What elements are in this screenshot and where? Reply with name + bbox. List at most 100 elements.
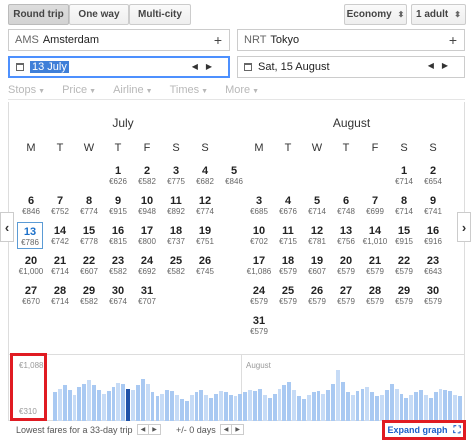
filter-price[interactable]: Price ▼ — [62, 84, 96, 96]
calendar-day[interactable]: 31 €707 — [134, 286, 160, 307]
calendar-day[interactable]: 26 €745 — [192, 256, 218, 277]
graph-bar[interactable] — [92, 384, 96, 421]
graph-bar[interactable] — [111, 386, 116, 421]
calendar-day[interactable]: 5 €714 — [304, 196, 330, 217]
graph-bar[interactable] — [165, 389, 170, 421]
graph-bar[interactable] — [131, 389, 135, 421]
graph-bar[interactable] — [87, 380, 92, 421]
graph-bar[interactable] — [326, 389, 331, 421]
calendar-day[interactable]: 4 €676 — [275, 196, 301, 217]
graph-bar[interactable] — [433, 392, 438, 421]
add-destination-icon[interactable]: + — [449, 32, 457, 48]
graph-bar[interactable] — [160, 393, 165, 421]
graph-bar[interactable] — [77, 387, 82, 421]
filter-stops[interactable]: Stops ▼ — [8, 84, 45, 96]
return-date-arrows[interactable]: ◀▶ — [428, 61, 456, 70]
cabin-class-select[interactable]: Economy ⬍ — [344, 4, 407, 25]
graph-bar[interactable] — [350, 395, 355, 421]
graph-bar[interactable] — [155, 396, 160, 421]
graph-bar[interactable] — [292, 389, 297, 421]
calendar-day[interactable]: 17 €800 — [134, 226, 160, 247]
graph-bar[interactable] — [448, 390, 453, 421]
passengers-select[interactable]: 1 adult ⬍ — [411, 4, 466, 25]
calendar-day[interactable]: 19 €751 — [192, 226, 218, 247]
graph-bar[interactable] — [67, 389, 72, 421]
graph-bar[interactable] — [121, 383, 126, 421]
calendar-day[interactable]: 29 €582 — [76, 286, 102, 307]
calendar-day[interactable]: 7 €752 — [47, 196, 73, 217]
add-origin-icon[interactable]: + — [214, 32, 222, 48]
calendar-day[interactable]: 30 €674 — [105, 286, 131, 307]
calendar-day[interactable]: 25 €579 — [275, 286, 301, 307]
calendar-day[interactable]: 1 €626 — [105, 166, 131, 187]
graph-bar[interactable] — [214, 393, 218, 421]
calendar-day[interactable]: 15 €778 — [76, 226, 102, 247]
graph-bar[interactable] — [355, 390, 360, 421]
graph-bar[interactable] — [423, 395, 428, 421]
calendar-day[interactable]: 12 €781 — [304, 226, 330, 247]
next-month-button[interactable]: › — [457, 212, 471, 242]
graph-bar[interactable] — [145, 383, 150, 421]
calendar-day[interactable]: 2 €582 — [134, 166, 160, 187]
calendar-day[interactable]: 3 €775 — [163, 166, 189, 187]
graph-bar[interactable] — [345, 392, 350, 421]
calendar-day[interactable]: 24 €579 — [246, 286, 272, 307]
graph-bar[interactable] — [179, 399, 184, 421]
calendar-day[interactable]: 14 €1,010 — [362, 226, 388, 247]
graph-bar[interactable] — [248, 389, 253, 421]
graph-bar[interactable] — [135, 384, 140, 421]
calendar-day[interactable]: 9 €741 — [420, 196, 446, 217]
filter-more[interactable]: More ▼ — [225, 84, 259, 96]
calendar-day[interactable]: 6 €846 — [18, 196, 44, 217]
graph-bar[interactable] — [404, 397, 409, 421]
calendar-day[interactable]: 13 €756 — [333, 226, 359, 247]
calendar-day[interactable]: 11 €892 — [163, 196, 189, 217]
graph-bar[interactable] — [360, 388, 365, 421]
calendar-day[interactable]: 16 €815 — [105, 226, 131, 247]
calendar-day[interactable]: 20 €1,000 — [18, 256, 44, 277]
graph-bar[interactable] — [458, 396, 462, 421]
depart-date-field[interactable]: . 13 July ◀▶ — [8, 56, 230, 78]
calendar-day[interactable]: 5 €846 — [221, 166, 247, 187]
graph-bar[interactable] — [282, 384, 287, 421]
calendar-day[interactable]: 9 €915 — [105, 196, 131, 217]
graph-bar[interactable] — [150, 392, 155, 421]
calendar-day[interactable]: 10 €948 — [134, 196, 160, 217]
graph-bar[interactable] — [170, 390, 175, 421]
calendar-day[interactable]: 30 €579 — [420, 286, 446, 307]
graph-bar[interactable] — [399, 393, 404, 421]
graph-bar[interactable] — [297, 396, 301, 421]
graph-bar[interactable] — [428, 397, 433, 421]
calendar-day[interactable]: 4 €682 — [192, 166, 218, 187]
graph-bar[interactable] — [316, 390, 321, 421]
calendar-day[interactable]: 27 €670 — [18, 286, 44, 307]
graph-bar[interactable] — [453, 395, 458, 421]
one-way-button[interactable]: One way — [69, 4, 129, 25]
prev-month-button[interactable]: ‹ — [0, 212, 14, 242]
arrow-right-icon[interactable]: ▶ — [231, 425, 243, 434]
graph-bar[interactable] — [101, 393, 106, 421]
graph-bar[interactable] — [199, 389, 204, 421]
calendar-day[interactable]: 2 €654 — [420, 166, 446, 187]
graph-bar[interactable] — [414, 392, 419, 421]
graph-bar[interactable] — [340, 382, 345, 421]
graph-bar[interactable] — [258, 388, 262, 421]
graph-bar[interactable] — [82, 383, 87, 421]
arrow-left-icon[interactable]: ◀ — [138, 425, 149, 434]
calendar-day[interactable]: 16 €916 — [420, 226, 446, 247]
graph-bar[interactable] — [238, 393, 243, 421]
graph-bar[interactable] — [272, 393, 277, 421]
calendar-day[interactable]: 21 €714 — [47, 256, 73, 277]
graph-bar[interactable] — [72, 395, 77, 421]
graph-bar[interactable] — [394, 388, 399, 421]
calendar-day[interactable]: 17 €1,086 — [246, 256, 272, 277]
days-flex-stepper[interactable]: ◀ ▶ — [219, 424, 245, 435]
graph-bar[interactable] — [438, 388, 443, 421]
calendar-day[interactable]: 12 €774 — [192, 196, 218, 217]
calendar-day[interactable]: 6 €748 — [333, 196, 359, 217]
trip-length-stepper[interactable]: ◀ ▶ — [136, 424, 161, 435]
filter-times[interactable]: Times ▼ — [170, 84, 208, 96]
graph-bar[interactable] — [375, 396, 380, 421]
graph-bar[interactable] — [57, 388, 62, 421]
calendar-day[interactable]: 13 €786 — [17, 222, 43, 249]
